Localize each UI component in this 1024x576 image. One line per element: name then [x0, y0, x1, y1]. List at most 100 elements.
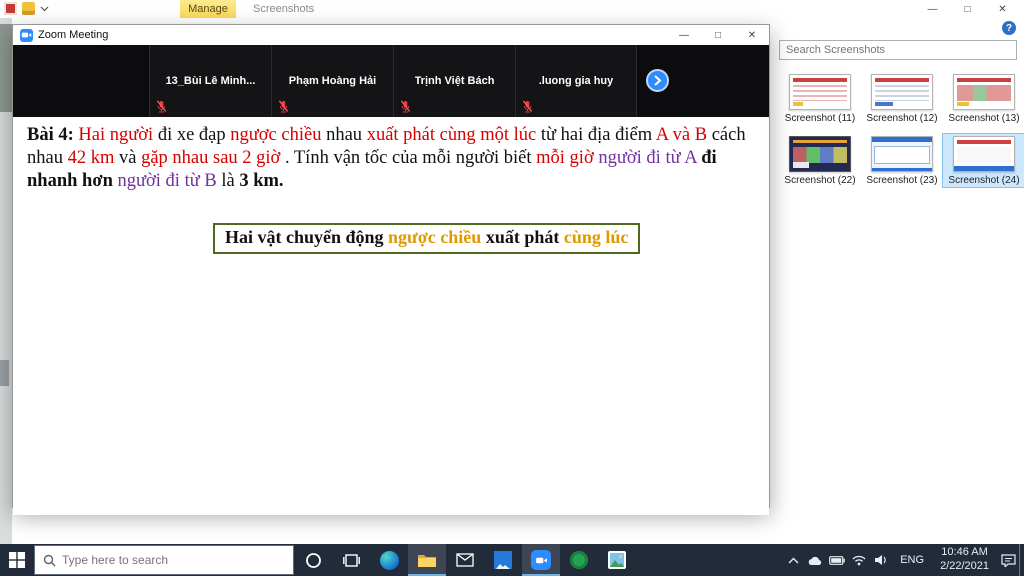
explorer-search-input[interactable] — [780, 41, 1016, 59]
thumbnail-art — [957, 102, 969, 106]
zoom-window-controls: — □ ✕ — [667, 25, 769, 45]
text-segment: 3 km. — [239, 170, 284, 191]
thumbnail-art — [793, 147, 847, 163]
taskbar: ENG 10:46 AM 2/22/2021 — [0, 544, 1024, 576]
ribbon-tab-manage[interactable]: Manage — [180, 0, 236, 18]
participant-tile[interactable]: .luong gia huy — [515, 45, 637, 117]
file-item[interactable]: Screenshot (11) — [779, 72, 861, 125]
math-problem-text: Bài 4: Hai người đi xe đạp ngược chiều n… — [27, 124, 761, 193]
file-thumbnail — [789, 136, 851, 172]
green-app-icon[interactable] — [560, 544, 598, 576]
participant-tile[interactable]: 13_Bùi Lê Minh... — [149, 45, 271, 117]
file-item[interactable]: Screenshot (24) — [942, 133, 1024, 188]
file-label: Screenshot (23) — [866, 175, 938, 186]
thumbnail-art — [875, 78, 929, 82]
minimize-button[interactable]: — — [915, 0, 950, 18]
show-desktop-button[interactable] — [1019, 544, 1024, 576]
file-thumbnail — [789, 74, 851, 110]
file-thumbnail — [953, 74, 1015, 110]
thumbnail-art — [875, 102, 893, 106]
muted-mic-icon — [278, 100, 289, 113]
file-thumbnail — [871, 74, 933, 110]
text-segment: Hai vật chuyển động — [225, 226, 389, 247]
text-segment: xuất phát — [485, 226, 564, 247]
participant-name: .luong gia huy — [538, 75, 614, 87]
text-segment: từ hai địa điểm — [540, 125, 656, 145]
zoom-window: Zoom Meeting — □ ✕ 13_Bùi Lê Minh... Phạ… — [12, 24, 770, 515]
text-segment: Hai người — [78, 125, 158, 145]
participant-tile[interactable]: Trịnh Việt Bách — [393, 45, 515, 117]
text-segment: là — [221, 170, 240, 191]
volume-icon[interactable] — [870, 544, 892, 576]
file-label: Screenshot (13) — [948, 113, 1020, 124]
file-item[interactable]: Screenshot (12) — [861, 72, 943, 125]
text-segment: . Tính vận tốc của mỗi người biết — [284, 147, 537, 168]
background-window-edge — [0, 24, 12, 112]
text-segment: 42 km — [67, 147, 119, 168]
text-segment: xuất phát cùng một lúc — [366, 125, 541, 145]
start-button[interactable] — [0, 544, 34, 576]
file-item[interactable]: Screenshot (22) — [779, 134, 861, 187]
thumbnail-art — [872, 168, 932, 171]
taskbar-search-box[interactable] — [34, 545, 294, 575]
close-button[interactable]: ✕ — [735, 25, 769, 45]
photos-app-icon[interactable] — [484, 544, 522, 576]
clock-time: 10:46 AM — [941, 546, 988, 559]
text-segment: người đi từ B — [117, 170, 222, 191]
file-item[interactable]: Screenshot (23) — [861, 134, 943, 187]
language-indicator[interactable]: ENG — [892, 554, 932, 566]
thumbnail-art — [793, 85, 847, 101]
file-explorer-icon[interactable] — [408, 544, 446, 576]
maximize-button[interactable]: □ — [701, 25, 735, 45]
participant-tile[interactable]: Phạm Hoàng Hải — [271, 45, 393, 117]
participant-name: Trịnh Việt Bách — [414, 75, 495, 87]
file-thumbnail — [871, 136, 933, 172]
participant-name: Phạm Hoàng Hải — [288, 75, 377, 87]
thumbnail-art — [793, 102, 803, 106]
action-center-icon[interactable] — [997, 544, 1019, 576]
explorer-titlebar: Manage Screenshots — □ ✕ — [0, 0, 1024, 18]
participant-tiles: 13_Bùi Lê Minh... Phạm Hoàng Hải Trịnh V… — [149, 45, 637, 117]
battery-icon[interactable] — [826, 544, 848, 576]
taskbar-clock[interactable]: 10:46 AM 2/22/2021 — [932, 546, 997, 574]
taskbar-search-input[interactable] — [62, 553, 293, 567]
thumbnail-art — [793, 140, 847, 143]
file-label: Screenshot (11) — [784, 113, 856, 124]
system-tray: ENG 10:46 AM 2/22/2021 — [782, 544, 1024, 576]
dropdown-caret-icon[interactable] — [40, 2, 50, 15]
image-viewer-icon[interactable] — [598, 544, 636, 576]
cortana-button[interactable] — [294, 544, 332, 576]
folder-icon[interactable] — [22, 2, 35, 15]
thumbnail-art — [954, 166, 1014, 171]
muted-mic-icon — [156, 100, 167, 113]
clock-date: 2/22/2021 — [940, 560, 989, 572]
help-button[interactable]: ? — [1002, 21, 1016, 35]
mail-icon[interactable] — [446, 544, 484, 576]
notebook-icon[interactable] — [4, 2, 17, 15]
summary-box: Hai vật chuyển động ngược chiều xuất phá… — [213, 222, 641, 254]
thumbnail-art — [793, 78, 847, 82]
edge-icon[interactable] — [370, 544, 408, 576]
onedrive-icon[interactable] — [804, 544, 826, 576]
next-participants-button[interactable] — [646, 69, 669, 92]
search-icon — [43, 554, 56, 566]
thumbnail-art — [957, 85, 1011, 101]
quick-access-toolbar — [4, 2, 50, 15]
zoom-app-icon[interactable] — [522, 544, 560, 576]
maximize-button[interactable]: □ — [950, 0, 985, 18]
zoom-titlebar: Zoom Meeting — □ ✕ — [13, 25, 769, 45]
explorer-search-box[interactable] — [779, 40, 1017, 60]
muted-mic-icon — [522, 100, 533, 113]
thumbnail-art — [793, 162, 809, 168]
task-view-button[interactable] — [332, 544, 370, 576]
text-segment: gặp nhau sau 2 giờ — [141, 147, 281, 168]
tray-expand-icon[interactable] — [782, 544, 804, 576]
thumbnail-art — [875, 85, 929, 101]
zoom-logo-icon — [20, 28, 33, 42]
file-thumbnail — [953, 136, 1015, 172]
file-item[interactable]: Screenshot (13) — [943, 72, 1024, 125]
minimize-button[interactable]: — — [667, 25, 701, 45]
thumbnail-art — [872, 137, 932, 142]
network-icon[interactable] — [848, 544, 870, 576]
close-button[interactable]: ✕ — [985, 0, 1020, 18]
